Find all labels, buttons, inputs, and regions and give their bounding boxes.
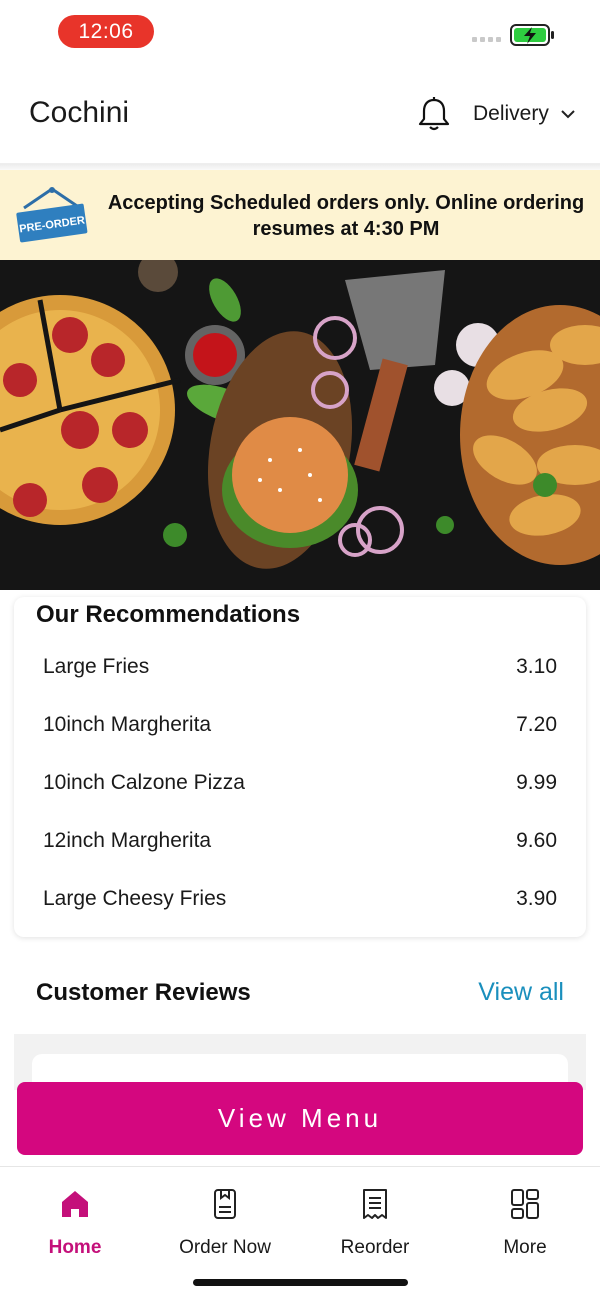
home-icon xyxy=(62,1191,88,1217)
preorder-sign-icon: PRE-ORDER xyxy=(16,187,88,243)
nav-reorder[interactable]: Reorder xyxy=(300,1187,450,1259)
bell-icon[interactable] xyxy=(417,96,451,132)
receipt-icon xyxy=(363,1189,387,1219)
chevron-down-icon xyxy=(561,109,575,118)
recommendation-item[interactable]: 10inch Margherita 7.20 xyxy=(43,705,557,745)
item-name: 12inch Margherita xyxy=(43,829,212,852)
item-price: 9.60 xyxy=(516,829,557,852)
delivery-label: Delivery xyxy=(473,102,549,125)
nav-order-now[interactable]: Order Now xyxy=(150,1187,300,1259)
item-name: 10inch Margherita xyxy=(43,713,212,736)
customer-reviews-section: Customer Reviews View all xyxy=(14,950,586,1114)
order-icon xyxy=(214,1189,236,1219)
item-name: 10inch Calzone Pizza xyxy=(43,771,245,794)
reviews-title: Customer Reviews xyxy=(36,979,251,1006)
home-indicator xyxy=(193,1279,408,1286)
recommendation-item[interactable]: 10inch Calzone Pizza 9.99 xyxy=(43,763,557,803)
battery-charging-icon xyxy=(510,24,554,46)
nav-more[interactable]: More xyxy=(450,1187,600,1259)
banner-message: Accepting Scheduled orders only. Online … xyxy=(107,192,585,240)
recommendations-title: Our Recommendations xyxy=(36,601,301,628)
food-illustration xyxy=(0,260,600,590)
item-price: 9.99 xyxy=(516,771,557,794)
nav-label: Order Now xyxy=(179,1237,271,1258)
item-price: 3.10 xyxy=(516,655,557,678)
status-time: 12:06 xyxy=(58,15,154,48)
app-header: Cochini Delivery xyxy=(0,64,600,164)
delivery-selector[interactable]: Delivery xyxy=(473,102,575,126)
nav-home[interactable]: Home xyxy=(0,1187,150,1259)
nav-label: Home xyxy=(48,1237,102,1258)
nav-label: Reorder xyxy=(340,1237,410,1258)
reviews-header: Customer Reviews View all xyxy=(14,950,586,1034)
recommendations-card: Our Recommendations Large Fries 3.10 10i… xyxy=(14,597,586,937)
app-title: Cochini xyxy=(29,96,130,129)
signal-icon xyxy=(472,37,501,42)
view-menu-button[interactable]: View Menu xyxy=(17,1082,583,1155)
recommendation-item[interactable]: Large Fries 3.10 xyxy=(43,647,557,687)
recommendation-item[interactable]: Large Cheesy Fries 3.90 xyxy=(43,879,557,919)
view-all-link[interactable]: View all xyxy=(478,978,564,1007)
item-name: Large Cheesy Fries xyxy=(43,887,227,910)
recommendation-item[interactable]: 12inch Margherita 9.60 xyxy=(43,821,557,861)
item-price: 3.90 xyxy=(516,887,557,910)
item-name: Large Fries xyxy=(43,655,150,678)
nav-label: More xyxy=(503,1237,547,1258)
hero-food-image xyxy=(0,260,600,590)
preorder-banner: PRE-ORDER Accepting Scheduled orders onl… xyxy=(0,170,600,260)
item-price: 7.20 xyxy=(516,713,557,736)
grid-icon xyxy=(511,1189,539,1219)
status-bar: 12:06 xyxy=(0,0,600,64)
